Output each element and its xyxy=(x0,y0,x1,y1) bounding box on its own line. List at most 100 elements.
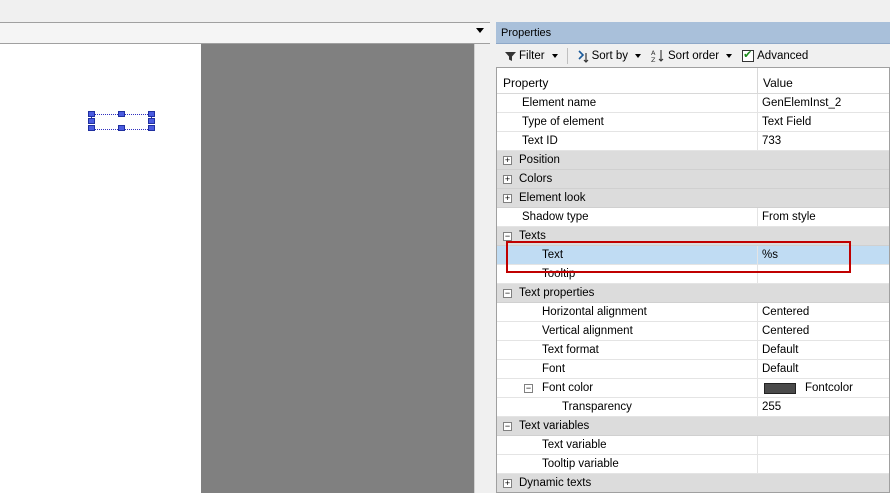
property-value-cell[interactable]: 255 xyxy=(758,398,889,416)
advanced-checkbox[interactable] xyxy=(742,48,755,62)
toolbar-separator xyxy=(566,48,568,64)
property-row-type-of-element[interactable]: Type of element Text Field xyxy=(497,113,889,132)
resize-handle-top-left[interactable] xyxy=(88,111,95,117)
property-row-tooltip-variable[interactable]: Tooltip variable xyxy=(497,455,889,474)
property-name-cell: Vertical alignment xyxy=(497,322,758,340)
advanced-toggle[interactable]: Advanced xyxy=(739,48,811,62)
property-row-shadow-type[interactable]: Shadow type From style xyxy=(497,208,889,227)
property-row-position[interactable]: + Position xyxy=(497,151,889,170)
collapse-icon[interactable]: − xyxy=(524,384,533,393)
property-row-horizontal-alignment[interactable]: Horizontal alignment Centered xyxy=(497,303,889,322)
column-header-property[interactable]: Property xyxy=(497,68,758,93)
property-row-element-look[interactable]: + Element look xyxy=(497,189,889,208)
resize-handle-bottom-left[interactable] xyxy=(88,125,95,131)
column-header-value[interactable]: Value xyxy=(758,68,889,93)
property-row-text-variable[interactable]: Text variable xyxy=(497,436,889,455)
resize-handle-top-center[interactable] xyxy=(118,111,125,117)
property-name-cell: Text format xyxy=(497,341,758,359)
resize-handle-bottom-right[interactable] xyxy=(148,125,155,131)
property-name-cell: + Colors xyxy=(497,170,758,188)
expand-icon[interactable]: + xyxy=(503,194,512,203)
property-value-cell[interactable] xyxy=(758,455,889,473)
property-value: Centered xyxy=(762,306,810,318)
property-value-cell[interactable] xyxy=(758,436,889,454)
property-value: Fontcolor xyxy=(805,382,853,394)
filter-button[interactable]: Filter xyxy=(502,50,561,62)
property-row-font[interactable]: Font Default xyxy=(497,360,889,379)
property-label: Type of element xyxy=(522,116,604,128)
filter-icon xyxy=(505,51,516,61)
property-name-cell: + Position xyxy=(497,151,758,169)
resize-handle-middle-left[interactable] xyxy=(88,118,95,124)
property-value-cell[interactable]: Default xyxy=(758,341,889,359)
property-value-cell[interactable]: From style xyxy=(758,208,889,226)
property-value: From style xyxy=(762,211,816,223)
sort-order-button[interactable]: AZ Sort order xyxy=(648,49,735,63)
property-label: Text ID xyxy=(522,135,558,147)
expand-icon[interactable]: + xyxy=(503,156,512,165)
property-value-cell[interactable]: Text Field xyxy=(758,113,889,131)
property-label: Vertical alignment xyxy=(542,325,633,337)
property-row-text-format[interactable]: Text format Default xyxy=(497,341,889,360)
property-value: Default xyxy=(762,363,799,375)
expand-icon[interactable]: + xyxy=(503,175,512,184)
editor-dropdown-icon[interactable] xyxy=(476,28,484,33)
property-name-cell: Horizontal alignment xyxy=(497,303,758,321)
color-swatch[interactable] xyxy=(764,382,796,394)
resize-handle-top-right[interactable] xyxy=(148,111,155,117)
property-value-cell[interactable]: %s xyxy=(758,246,889,264)
property-label: Element look xyxy=(519,192,586,204)
visualization-canvas[interactable] xyxy=(0,44,201,493)
expand-icon[interactable]: + xyxy=(503,479,512,488)
property-value-cell[interactable]: Default xyxy=(758,360,889,378)
chevron-down-icon xyxy=(551,54,558,58)
property-grid-header: Property Value xyxy=(497,68,889,94)
chevron-down-icon xyxy=(726,54,733,58)
property-label: Text xyxy=(497,246,757,264)
property-row-tooltip[interactable]: Tooltip xyxy=(497,265,889,284)
property-row-element-name[interactable]: Element name GenElemInst_2 xyxy=(497,94,889,113)
property-name-cell: Tooltip xyxy=(497,265,758,283)
resize-handle-middle-right[interactable] xyxy=(148,118,155,124)
resize-handle-bottom-center[interactable] xyxy=(118,125,125,131)
property-label: Text variables xyxy=(519,420,590,432)
property-label: Text properties xyxy=(519,287,595,299)
property-label: Shadow type xyxy=(522,211,589,223)
property-row-font-color[interactable]: − Font color Fontcolor xyxy=(497,379,889,398)
property-row-text-properties[interactable]: − Text properties xyxy=(497,284,889,303)
canvas-outside-area xyxy=(201,44,474,493)
property-row-vertical-alignment[interactable]: Vertical alignment Centered xyxy=(497,322,889,341)
properties-panel: Properties Filter Sort by AZ Sort order … xyxy=(496,22,890,493)
property-label: Text format xyxy=(542,344,599,356)
property-row-text-variables[interactable]: − Text variables xyxy=(497,417,889,436)
property-value-cell xyxy=(758,189,889,207)
collapse-icon[interactable]: − xyxy=(503,289,512,298)
property-name-cell: + Dynamic texts xyxy=(497,474,758,492)
property-value-cell[interactable] xyxy=(758,265,889,283)
property-value-cell xyxy=(758,227,889,245)
sort-order-label: Sort order xyxy=(668,50,720,62)
property-row-dynamic-texts[interactable]: + Dynamic texts xyxy=(497,474,889,492)
property-row-colors[interactable]: + Colors xyxy=(497,170,889,189)
property-value-cell[interactable]: 733 xyxy=(758,132,889,150)
property-value-cell xyxy=(758,417,889,435)
property-value-cell[interactable]: GenElemInst_2 xyxy=(758,94,889,112)
collapse-icon[interactable]: − xyxy=(503,232,512,241)
property-row-transparency[interactable]: Transparency 255 xyxy=(497,398,889,417)
property-row-texts[interactable]: − Texts xyxy=(497,227,889,246)
property-value-cell[interactable]: Fontcolor xyxy=(758,379,889,397)
property-row-text-id[interactable]: Text ID 733 xyxy=(497,132,889,151)
property-label: Font color xyxy=(542,382,594,394)
property-name-cell: Tooltip variable xyxy=(497,455,758,473)
property-value-cell xyxy=(758,151,889,169)
property-name-cell: Font xyxy=(497,360,758,378)
sort-order-icon: AZ xyxy=(651,49,664,63)
editor-vertical-scrollbar[interactable] xyxy=(474,44,490,493)
sort-by-button[interactable]: Sort by xyxy=(574,49,644,63)
property-value-cell[interactable]: Centered xyxy=(758,303,889,321)
collapse-icon[interactable]: − xyxy=(503,422,512,431)
property-name-cell: Text ID xyxy=(497,132,758,150)
property-label: Horizontal alignment xyxy=(542,306,647,318)
property-value-cell[interactable]: Centered xyxy=(758,322,889,340)
property-row-text[interactable]: Text %s xyxy=(497,246,889,265)
